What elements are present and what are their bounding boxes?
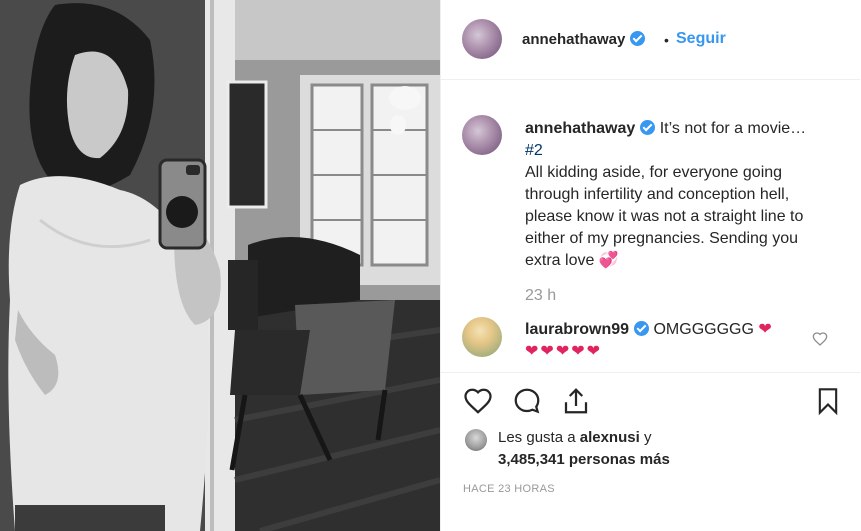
verified-icon	[640, 120, 656, 135]
commenter-avatar[interactable]	[462, 317, 502, 357]
post-photo[interactable]	[0, 0, 440, 531]
comment-heart-emoji: ❤	[758, 321, 774, 338]
caption-hashtag[interactable]: #2	[525, 142, 543, 159]
share-button[interactable]	[559, 384, 593, 418]
comment-username[interactable]: laurabrown99	[525, 321, 629, 338]
liker-username[interactable]: alexnusi	[580, 429, 640, 446]
heart-icon	[464, 388, 492, 414]
comment: laurabrown99 OMGGGGGG ❤ ❤❤❤❤❤	[525, 319, 805, 363]
comment-like-heart-icon[interactable]	[812, 331, 828, 347]
save-button[interactable]	[811, 384, 845, 418]
comment-button[interactable]	[510, 384, 544, 418]
post-sidebar: annehathaway • Seguir annehathaway It’s …	[440, 0, 861, 531]
follow-button[interactable]: Seguir	[676, 30, 726, 48]
comment-hearts: ❤❤❤❤❤	[525, 343, 603, 360]
header-separator: •	[664, 32, 669, 48]
likes-prefix: Les gusta a	[498, 429, 576, 446]
caption: annehathaway It’s not for a movie… #2 Al…	[525, 118, 825, 272]
liker-avatar[interactable]	[465, 429, 487, 451]
actions-divider	[441, 372, 860, 373]
author-username-text[interactable]: annehathaway	[522, 31, 625, 48]
comment-icon	[514, 388, 540, 414]
post-timestamp[interactable]: HACE 23 HORAS	[463, 483, 555, 495]
post-header: annehathaway • Seguir	[441, 0, 860, 80]
verified-icon	[634, 321, 650, 336]
likes-line-1: Les gusta a alexnusi y	[498, 429, 651, 446]
like-button[interactable]	[461, 384, 495, 418]
caption-heart-emoji: 💞	[598, 252, 619, 269]
verified-icon	[630, 31, 646, 46]
comments-list[interactable]: annehathaway It’s not for a movie… #2 Al…	[441, 81, 860, 373]
caption-time[interactable]: 23 h	[525, 287, 556, 305]
bookmark-icon	[818, 388, 838, 416]
caption-first-line: It’s not for a movie…	[659, 120, 807, 137]
author-username[interactable]: annehathaway	[522, 31, 646, 48]
action-bar	[441, 380, 860, 425]
post-photo-drawing	[0, 0, 440, 531]
caption-username[interactable]: annehathaway	[525, 120, 635, 137]
comment-text: OMGGGGGG	[653, 321, 754, 338]
likes-conj: y	[643, 429, 652, 446]
share-icon	[564, 388, 588, 414]
caption-avatar[interactable]	[462, 115, 502, 155]
caption-body: All kidding aside, for everyone going th…	[525, 164, 804, 269]
author-avatar[interactable]	[462, 19, 502, 59]
likes-count[interactable]: 3,485,341 personas más	[498, 451, 670, 468]
